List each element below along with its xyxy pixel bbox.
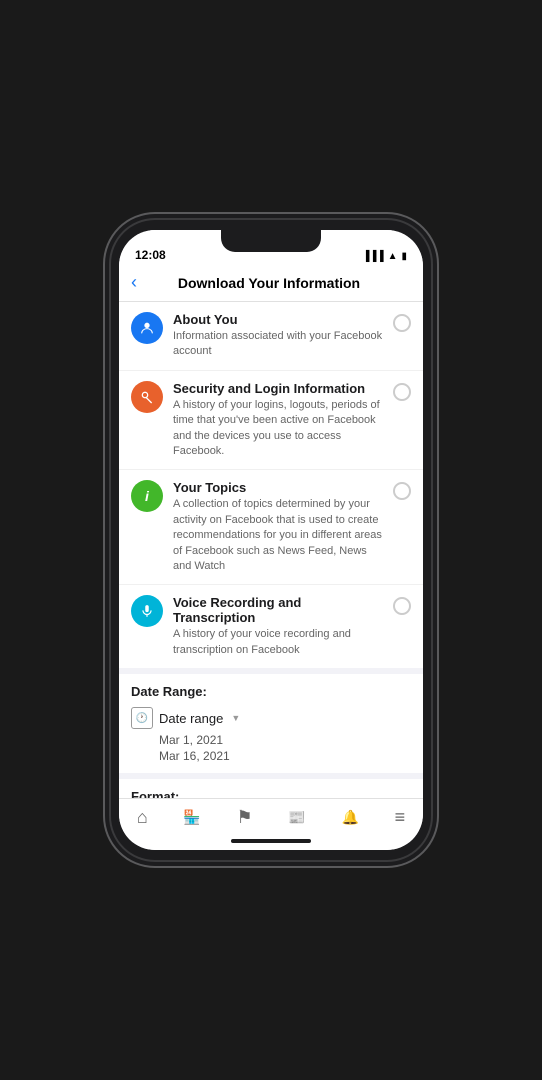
voice-desc: A history of your voice recording and tr… <box>173 627 385 658</box>
security-text: Security and Login Information A history… <box>173 381 385 460</box>
tab-menu[interactable]: ≡ <box>389 807 412 828</box>
date-start: Mar 1, 2021 <box>159 733 411 747</box>
back-button[interactable]: ‹ <box>131 272 137 293</box>
date-range-section: Date Range: 🕐 Date range ▼ Mar 1, 2021 M… <box>119 674 423 773</box>
topics-text: Your Topics A collection of topics deter… <box>173 480 385 574</box>
phone-frame: 12:08 ▐▐▐ ▲ ▮ ‹ Download Your Informatio… <box>111 220 431 860</box>
about-you-icon <box>131 312 163 344</box>
list-item-about-you[interactable]: About You Information associated with yo… <box>119 302 423 371</box>
flag-icon: ⚑ <box>237 807 253 828</box>
voice-radio[interactable] <box>393 597 411 615</box>
topics-icon: i <box>131 480 163 512</box>
date-range-icon: 🕐 <box>131 707 153 729</box>
signal-icon: ▐▐▐ <box>362 251 383 262</box>
security-desc: A history of your logins, logouts, perio… <box>173 398 385 460</box>
home-icon: ⌂ <box>137 807 148 828</box>
notch <box>221 230 321 252</box>
page-title: Download Your Information <box>145 275 393 291</box>
category-list: About You Information associated with yo… <box>119 302 423 668</box>
security-title: Security and Login Information <box>173 381 385 396</box>
home-bar <box>231 839 311 843</box>
list-item-topics[interactable]: i Your Topics A collection of topics det… <box>119 470 423 585</box>
date-range-dropdown[interactable]: 🕐 Date range ▼ <box>131 707 411 729</box>
home-indicator <box>119 832 423 850</box>
voice-title: Voice Recording and Transcription <box>173 595 385 625</box>
format-label: Format: <box>131 789 411 798</box>
date-range-label: Date Range: <box>131 684 411 699</box>
tab-flag[interactable]: ⚑ <box>231 807 259 828</box>
about-you-radio[interactable] <box>393 314 411 332</box>
about-you-text: About You Information associated with yo… <box>173 312 385 360</box>
date-range-arrow: ▼ <box>231 713 240 723</box>
content-area: About You Information associated with yo… <box>119 302 423 798</box>
tab-bar: ⌂ 🏪 ⚑ 📰 🔔 ≡ <box>119 798 423 832</box>
voice-text: Voice Recording and Transcription A hist… <box>173 595 385 658</box>
format-section: Format: ⬇ HTML ▼ <box>119 779 423 798</box>
nav-header: ‹ Download Your Information <box>119 266 423 302</box>
notifications-icon: 🔔 <box>341 809 358 826</box>
status-time: 12:08 <box>135 248 166 262</box>
about-you-title: About You <box>173 312 385 327</box>
list-item-voice[interactable]: Voice Recording and Transcription A hist… <box>119 585 423 668</box>
menu-icon: ≡ <box>395 807 406 828</box>
tab-news[interactable]: 📰 <box>282 809 311 826</box>
status-icons: ▐▐▐ ▲ ▮ <box>362 251 407 262</box>
news-icon: 📰 <box>288 809 305 826</box>
tab-home[interactable]: ⌂ <box>131 807 154 828</box>
wifi-icon: ▲ <box>388 251 398 262</box>
store-icon: 🏪 <box>183 809 200 826</box>
topics-title: Your Topics <box>173 480 385 495</box>
tab-store[interactable]: 🏪 <box>177 809 206 826</box>
date-range-value: Date range <box>159 711 223 726</box>
security-icon <box>131 381 163 413</box>
topics-desc: A collection of topics determined by you… <box>173 497 385 574</box>
topics-radio[interactable] <box>393 482 411 500</box>
tab-notifications[interactable]: 🔔 <box>335 809 364 826</box>
phone-screen: 12:08 ▐▐▐ ▲ ▮ ‹ Download Your Informatio… <box>119 230 423 850</box>
date-end: Mar 16, 2021 <box>159 749 411 763</box>
battery-icon: ▮ <box>401 251 407 262</box>
security-radio[interactable] <box>393 383 411 401</box>
about-you-desc: Information associated with your Faceboo… <box>173 329 385 360</box>
list-item-security[interactable]: Security and Login Information A history… <box>119 371 423 471</box>
voice-icon <box>131 595 163 627</box>
